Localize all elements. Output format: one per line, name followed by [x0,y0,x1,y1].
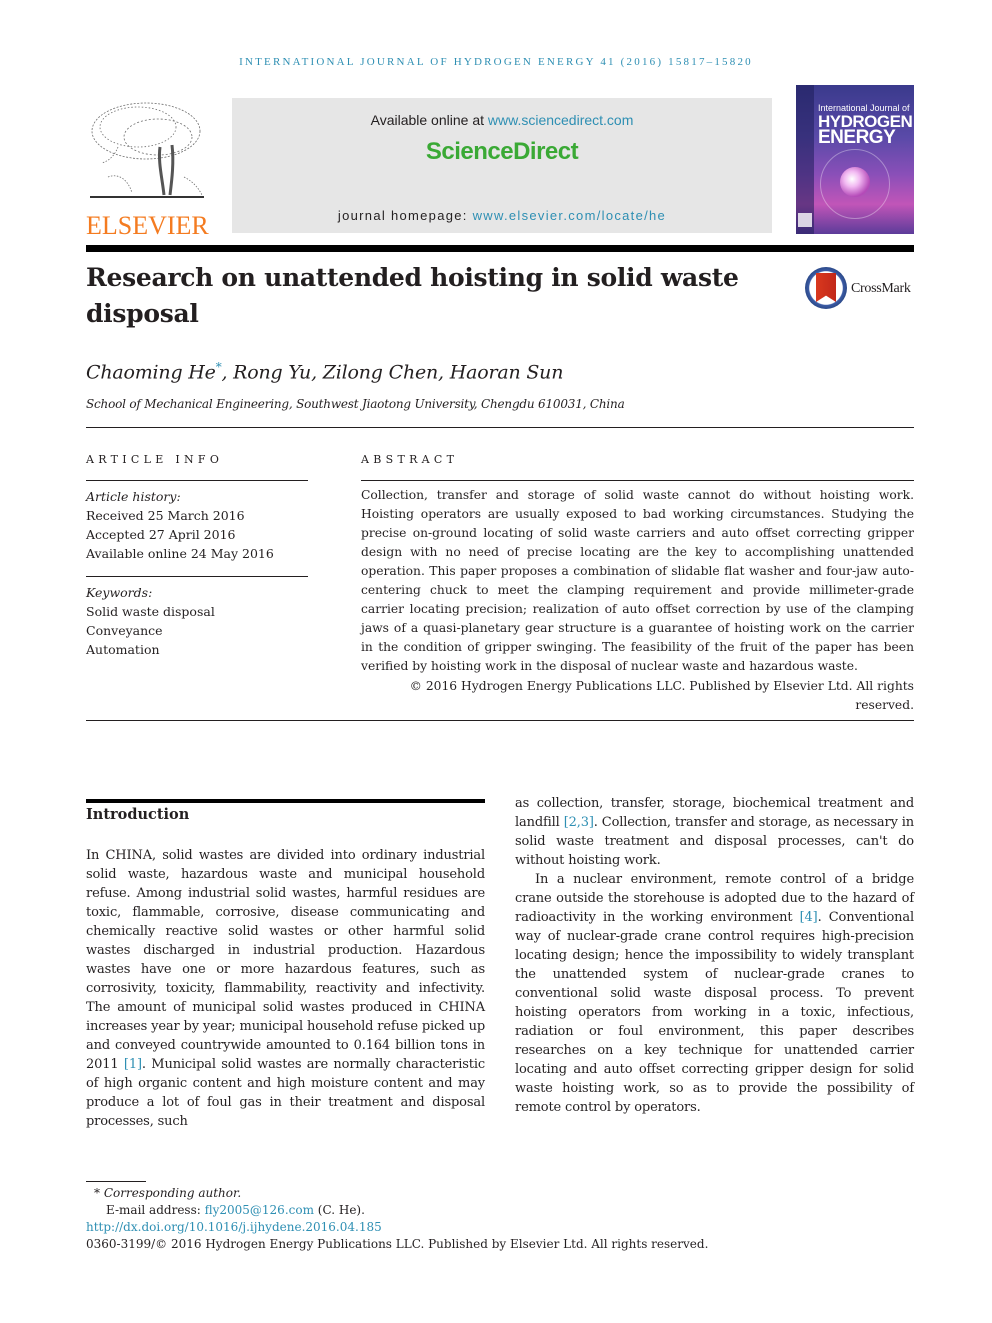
author-affiliation: School of Mechanical Engineering, Southw… [86,397,625,411]
email-link[interactable]: fly2005@126.com [205,1203,314,1217]
paragraph-text: In CHINA, solid wastes are divided into … [86,848,485,1072]
email-suffix: (C. He). [313,1203,365,1217]
elsevier-wordmark: ELSEVIER [86,211,209,240]
journal-masthead: ELSEVIER Available online at www.science… [86,85,914,250]
divider [361,480,914,481]
crossmark-label: CrossMark [851,281,911,296]
available-online-line: Available online at www.sciencedirect.co… [232,112,772,128]
sciencedirect-banner: Available online at www.sciencedirect.co… [232,98,772,233]
divider [86,427,914,428]
header-divider [86,245,914,252]
crossmark-badge[interactable]: CrossMark [805,267,917,311]
journal-homepage-link[interactable]: www.elsevier.com/locate/he [473,208,666,223]
section-rule [86,799,485,803]
divider [86,480,308,481]
email-note: E-mail address: fly2005@126.com (C. He). [86,1202,708,1219]
keyword-item[interactable]: Conveyance [86,621,308,640]
available-online-label: Available online at [370,112,488,128]
divider [86,720,914,721]
keyword-item[interactable]: Solid waste disposal [86,602,308,621]
abstract-heading: ABSTRACT [361,453,459,466]
paragraph-text: . Conventional way of nuclear-grade cran… [515,910,914,1115]
sciencedirect-link[interactable]: www.sciencedirect.com [488,112,634,128]
cover-publisher-mark [798,213,812,227]
keyword-item[interactable]: Automation [86,640,308,659]
introduction-paragraph: as collection, transfer, storage, bioche… [515,794,914,870]
article-info-heading: ARTICLE INFO [86,453,224,466]
citation-link[interactable]: [2,3] [564,815,594,830]
journal-cover-image[interactable]: International Journal of HYDROGEN ENERGY [796,85,914,234]
author-list: Chaoming He*, Rong Yu, Zilong Chen, Haor… [86,360,563,383]
cover-stripe [796,85,814,234]
doi-link[interactable]: http://dx.doi.org/10.1016/j.ijhydene.201… [86,1219,708,1236]
abstract-copyright: © 2016 Hydrogen Energy Publications LLC.… [409,679,914,712]
abstract-body: Collection, transfer and storage of soli… [361,488,914,673]
keywords-label: Keywords: [86,585,153,600]
paragraph-text: . Municipal solid wastes are normally ch… [86,1057,485,1129]
history-received: Received 25 March 2016 [86,508,245,523]
divider [86,576,308,577]
running-head: INTERNATIONAL JOURNAL OF HYDROGEN ENERGY… [239,56,753,68]
introduction-paragraph: In CHINA, solid wastes are divided into … [86,846,485,1131]
journal-homepage-line: journal homepage: www.elsevier.com/locat… [232,208,772,223]
author-name[interactable]: Chaoming He [86,361,216,383]
issn-copyright: 0360-3199/© 2016 Hydrogen Energy Publica… [86,1237,709,1251]
article-history: Article history: Received 25 March 2016 … [86,487,308,563]
author-names-rest: , Rong Yu, Zilong Chen, Haoran Sun [221,361,564,384]
keywords: Keywords: Solid waste disposal Conveyanc… [86,583,308,659]
article-history-label: Article history: [86,489,181,504]
sciencedirect-logo[interactable]: ScienceDirect [232,138,772,166]
citation-link[interactable]: [4] [800,910,818,925]
elsevier-tree-icon [90,102,204,198]
footnotes: * Corresponding author. E-mail address: … [86,1185,708,1253]
footnote-mark: * [94,1186,100,1200]
introduction-heading: Introduction [86,806,190,823]
history-accepted: Accepted 27 April 2016 [86,527,236,542]
corresponding-author-label: Corresponding author. [103,1186,242,1200]
body-column-right: as collection, transfer, storage, bioche… [515,794,914,1117]
history-available-online: Available online 24 May 2016 [86,546,274,561]
corresponding-author-note: * Corresponding author. [86,1185,708,1202]
journal-homepage-label: journal homepage: [337,208,473,223]
introduction-paragraph: In a nuclear environment, remote control… [515,870,914,1117]
article-title: Research on unattended hoisting in solid… [86,263,739,328]
cover-title-line3: ENERGY [818,127,896,148]
elsevier-logo[interactable]: ELSEVIER [86,85,209,240]
body-column-left: In CHINA, solid wastes are divided into … [86,846,485,1131]
footnote-divider [86,1181,146,1182]
cover-orb-graphic [840,167,870,197]
email-label: E-mail address: [106,1203,205,1217]
citation-link[interactable]: [1] [124,1057,142,1072]
